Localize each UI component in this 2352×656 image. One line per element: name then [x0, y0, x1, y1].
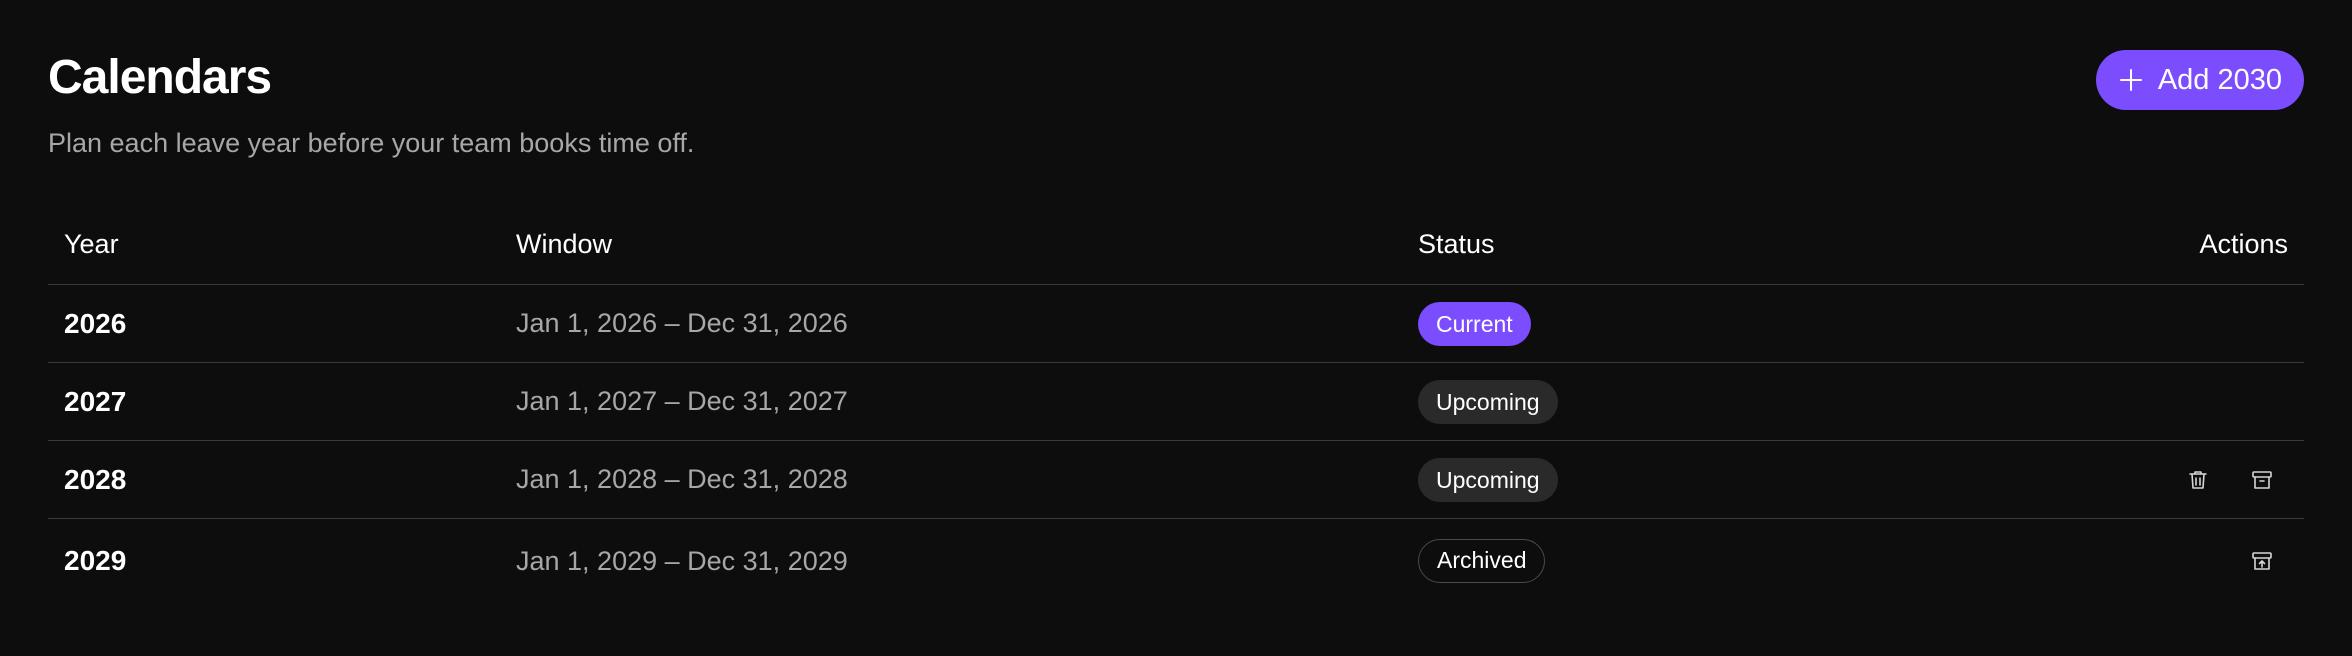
unarchive-year-button[interactable] — [2244, 543, 2280, 579]
status-badge: Upcoming — [1418, 457, 1558, 502]
add-year-button[interactable]: Add 2030 — [2095, 50, 2304, 110]
archive-icon — [2252, 470, 2272, 489]
unarchive-icon — [2252, 552, 2272, 570]
status-badge: Current — [1418, 301, 1531, 346]
column-header-status: Status — [1402, 204, 2002, 285]
row-actions-cell — [2002, 440, 2304, 519]
row-year: 2029 — [64, 545, 127, 576]
column-header-year: Year — [48, 204, 500, 285]
status-badge: Upcoming — [1418, 379, 1558, 424]
page-title: Calendars — [48, 51, 272, 104]
table-row: 2026 Jan 1, 2026 – Dec 31, 2026 Current — [48, 284, 2304, 363]
calendars-page: Calendars Plan each leave year before yo… — [0, 0, 2352, 656]
archive-year-button[interactable] — [2244, 462, 2280, 498]
row-actions-cell — [2002, 519, 2304, 604]
calendars-table: Year Window Status Actions 2026 Jan 1, 2… — [48, 204, 2304, 603]
column-header-window: Window — [500, 204, 1402, 285]
trash-icon — [2189, 470, 2208, 489]
row-year: 2027 — [48, 362, 500, 441]
column-header-actions: Actions — [2002, 204, 2304, 285]
row-status-cell: Archived — [1402, 519, 2002, 604]
row-status-cell: Upcoming — [1402, 440, 2002, 519]
table-row: 2029 Jan 1, 2029 – Dec 31, 2029 Archived — [48, 519, 2304, 604]
add-year-button-label: Add 2030 — [2157, 63, 2282, 96]
row-actions-cell — [2002, 284, 2304, 363]
delete-year-button[interactable] — [2180, 462, 2216, 498]
row-window: Jan 1, 2029 – Dec 31, 2029 — [516, 545, 848, 576]
row-window: Jan 1, 2027 – Dec 31, 2027 — [500, 362, 1402, 441]
page-subtitle: Plan each leave year before your team bo… — [48, 128, 695, 158]
row-status-cell: Current — [1402, 284, 2002, 363]
row-window: Jan 1, 2026 – Dec 31, 2026 — [500, 284, 1402, 363]
table-row: 2027 Jan 1, 2027 – Dec 31, 2027 Upcoming — [48, 362, 2304, 441]
row-year: 2026 — [48, 284, 500, 363]
row-actions-cell — [2002, 362, 2304, 441]
row-window: Jan 1, 2028 – Dec 31, 2028 — [500, 440, 1402, 519]
table-row: 2028 Jan 1, 2028 – Dec 31, 2028 Upcoming — [48, 440, 2304, 519]
page-header: Calendars Plan each leave year before yo… — [48, 48, 2304, 204]
table-header-row: Year Window Status Actions — [48, 204, 2304, 285]
status-badge: Archived — [1418, 539, 1546, 583]
plus-icon — [2119, 69, 2142, 91]
row-status-cell: Upcoming — [1402, 362, 2002, 441]
row-year: 2028 — [48, 440, 500, 519]
